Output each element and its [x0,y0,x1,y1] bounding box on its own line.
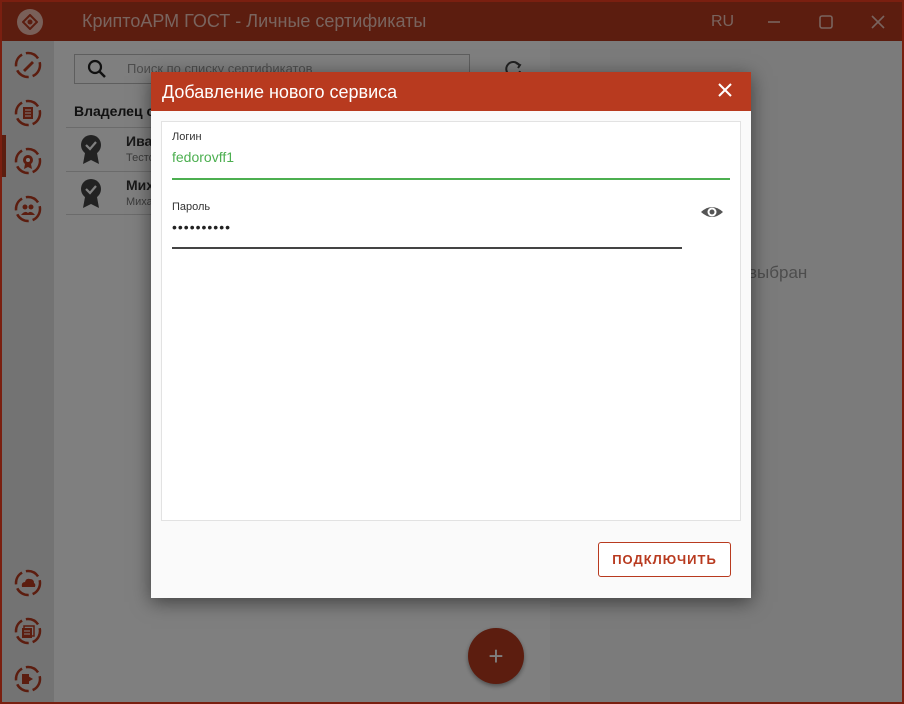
dialog-body: Логин fedorovff1 Пароль •••••••••• [161,121,741,521]
password-field[interactable]: •••••••••• [172,219,231,235]
password-underline [172,247,682,249]
dialog-header: Добавление нового сервиса [151,72,751,111]
connect-button[interactable]: ПОДКЛЮЧИТЬ [598,542,731,577]
eye-icon [701,207,723,217]
add-service-dialog: Добавление нового сервиса Логин fedorovf… [151,72,751,598]
login-underline [172,178,730,180]
password-label: Пароль [172,201,211,213]
login-label: Логин [172,131,202,143]
login-field[interactable]: fedorovff1 [172,149,234,165]
dialog-close-button[interactable] [715,80,735,100]
dialog-title: Добавление нового сервиса [162,82,398,102]
close-icon [718,83,732,97]
show-password-button[interactable] [700,200,724,224]
